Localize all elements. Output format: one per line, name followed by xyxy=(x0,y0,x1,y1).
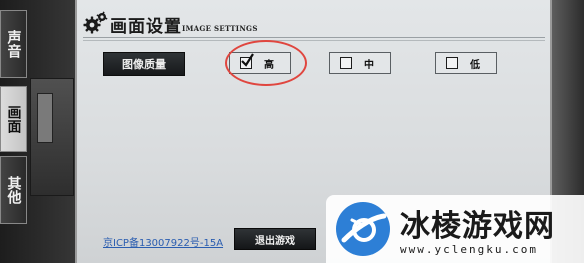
header-divider xyxy=(83,37,545,38)
quality-option-label: 中 xyxy=(364,59,374,71)
checkbox-low[interactable] xyxy=(446,57,458,69)
icp-license-link[interactable]: 京ICP备13007922号-15A xyxy=(103,234,223,249)
watermark-title: 冰棱游戏网 xyxy=(400,209,555,244)
tab-display[interactable]: 画面 xyxy=(0,86,27,152)
checkbox-medium[interactable] xyxy=(340,57,352,69)
quality-option-label: 低 xyxy=(470,59,480,71)
quality-option-medium[interactable]: 中 xyxy=(329,52,391,74)
quality-option-low[interactable]: 低 xyxy=(435,52,497,74)
tab-sound[interactable]: 声音 xyxy=(0,10,27,78)
watermark-logo-icon xyxy=(336,202,390,256)
exit-game-button[interactable]: 退出游戏 xyxy=(234,228,316,250)
header-divider-secondary xyxy=(83,40,545,41)
panel-header: 画面设置 IMAGE SETTINGS xyxy=(77,0,550,46)
game-settings-screen: 画面设置 IMAGE SETTINGS 图像质量 高 中 低 京ICP备1300… xyxy=(0,0,584,263)
tab-other[interactable]: 其他 xyxy=(0,156,27,224)
watermark-url: www.yclengku.com xyxy=(400,243,538,256)
checkbox-high[interactable] xyxy=(240,53,254,69)
checkmark-icon xyxy=(241,53,254,67)
gear-icon xyxy=(83,11,108,34)
quality-option-label: 高 xyxy=(264,59,274,71)
background-machine xyxy=(30,78,74,196)
image-quality-label: 图像质量 xyxy=(103,52,185,76)
page-title: 画面设置 xyxy=(110,17,182,37)
quality-option-high[interactable]: 高 xyxy=(229,52,291,74)
page-subtitle: IMAGE SETTINGS xyxy=(182,24,258,33)
